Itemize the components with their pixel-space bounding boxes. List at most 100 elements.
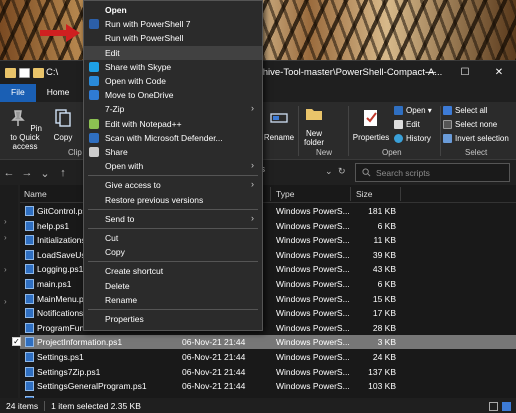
properties-check-icon: [364, 110, 377, 126]
close-button[interactable]: ✕: [482, 61, 516, 84]
rename-button[interactable]: Rename: [263, 108, 295, 142]
file-type: Windows PowerS...: [276, 249, 350, 260]
properties-icon[interactable]: [19, 67, 30, 78]
menu-item-run-with-powershell-7[interactable]: Run with PowerShell 7: [84, 17, 262, 31]
up-icon[interactable]: ↑: [54, 167, 72, 179]
menu-item-run-with-powershell[interactable]: Run with PowerShell: [84, 31, 262, 45]
submenu-chevron-icon: ›: [251, 160, 254, 171]
new-folder-button[interactable]: New folder: [300, 104, 328, 147]
menu-item-label: Run with PowerShell: [105, 33, 184, 44]
back-icon[interactable]: ←: [0, 167, 18, 179]
menu-item-restore-previous-versions[interactable]: Restore previous versions: [84, 193, 262, 207]
folder-icon[interactable]: [5, 67, 16, 78]
new-folder-icon[interactable]: [33, 67, 44, 78]
menu-item-label: Move to OneDrive: [105, 90, 174, 101]
menu-item-properties[interactable]: Properties: [84, 312, 262, 326]
new-group-label: New: [316, 148, 333, 157]
file-date: 06-Nov-21 21:44: [182, 352, 246, 362]
select-none-icon: [443, 120, 452, 129]
table-row[interactable]: Settings.ps1 06-Nov-21 21:44 Windows Power…: [20, 350, 516, 364]
menu-item-open-with[interactable]: Open with ›: [84, 159, 262, 173]
file-size: 103 KB: [368, 381, 396, 392]
menu-item-open-with-code[interactable]: Open with Code: [84, 74, 262, 88]
row-checkbox[interactable]: ✓: [12, 337, 21, 347]
column-header-type[interactable]: Type: [276, 189, 294, 199]
edit-ribbon-button[interactable]: Edit: [394, 120, 420, 129]
open-group-label: Open: [382, 148, 402, 157]
open-dropdown-button[interactable]: Open ▾: [394, 106, 432, 115]
file-type: Windows PowerS...: [276, 264, 350, 275]
menu-item-open[interactable]: Open: [84, 3, 262, 17]
recent-chevron-icon[interactable]: ⌄: [36, 167, 54, 180]
expand-chevron-icon[interactable]: ›: [4, 297, 7, 306]
menu-item-move-to-onedrive[interactable]: Move to OneDrive: [84, 88, 262, 102]
menu-item-label: Give access to: [105, 180, 161, 191]
menu-item-7-zip[interactable]: 7-Zip ›: [84, 102, 262, 116]
file-name: main.ps1: [37, 279, 72, 289]
address-expand-icon[interactable]: ⌄: [325, 166, 333, 177]
menu-item-edit[interactable]: Edit: [84, 45, 262, 60]
select-none-button[interactable]: Select none: [443, 120, 497, 129]
history-button[interactable]: History: [394, 134, 431, 143]
menu-item-label: Properties: [105, 314, 144, 324]
menu-item-scan-with-microsoft-defender[interactable]: Scan with Microsoft Defender...: [84, 131, 262, 145]
select-none-label: Select none: [455, 120, 498, 129]
large-icons-view-icon[interactable]: [502, 401, 511, 411]
forward-icon[interactable]: →: [18, 167, 36, 179]
details-view-icon[interactable]: [489, 401, 498, 411]
open-label: Open ▾: [406, 106, 432, 115]
menu-item-share[interactable]: Share: [84, 145, 262, 159]
menu-item-label: Send to: [105, 213, 135, 224]
menu-item-edit-with-notepad[interactable]: Edit with Notepad++: [84, 117, 262, 131]
select-all-button[interactable]: Select all: [443, 106, 487, 115]
menu-item-label: Share: [105, 147, 128, 157]
file-size: 6 KB: [377, 220, 396, 231]
menu-item-share-with-skype[interactable]: Share with Skype: [84, 60, 262, 74]
menu-item-copy[interactable]: Copy: [84, 245, 262, 259]
column-divider[interactable]: [400, 187, 401, 201]
history-label: History: [406, 134, 431, 143]
search-input[interactable]: Search scripts: [355, 163, 510, 182]
menu-separator: [88, 228, 258, 229]
menu-item-rename[interactable]: Rename: [84, 293, 262, 307]
file-size: 11 KB: [373, 235, 396, 246]
expand-chevron-icon[interactable]: ›: [4, 265, 7, 274]
menu-item-give-access-to[interactable]: Give access to ›: [84, 178, 262, 192]
menu-item-create-shortcut[interactable]: Create shortcut: [84, 264, 262, 278]
file-type: Windows PowerS...: [276, 220, 350, 231]
minimize-button[interactable]: —: [414, 61, 448, 84]
item-count: 24 items: [6, 401, 39, 411]
column-divider[interactable]: [350, 187, 351, 201]
history-icon: [394, 134, 403, 143]
table-row[interactable]: SettingsGeneralProgram.ps1 06-Nov-21 21:4…: [20, 379, 516, 393]
file-size: 181 KB: [368, 206, 396, 216]
file-name: ProjectInformation.ps1: [37, 337, 123, 348]
file-name: Settings7Zip.ps1: [37, 366, 101, 377]
column-header-name[interactable]: Name: [24, 189, 47, 199]
file-type: Windows PowerS...: [276, 206, 350, 216]
expand-chevron-icon[interactable]: ›: [4, 233, 7, 242]
search-icon: [362, 168, 371, 177]
powershell-file-icon: [25, 220, 34, 231]
maximize-button[interactable]: ☐: [448, 61, 482, 84]
table-row[interactable]: ✓ ProjectInformation.ps1 06-Nov-21 21:44 Wi…: [12, 335, 516, 350]
menu-item-label: Copy: [105, 247, 125, 258]
pin-quick-access-button[interactable]: Pin to Quick access: [4, 108, 46, 151]
properties-button[interactable]: Properties: [352, 108, 390, 142]
submenu-chevron-icon: ›: [251, 212, 254, 223]
menu-item-delete[interactable]: Delete: [84, 279, 262, 293]
menu-item-cut[interactable]: Cut: [84, 231, 262, 245]
tab-home[interactable]: Home: [36, 84, 81, 102]
invert-selection-button[interactable]: Invert selection: [443, 134, 509, 143]
refresh-icon[interactable]: ↻: [338, 166, 346, 177]
menu-item-label: Edit with Notepad++: [105, 118, 182, 129]
file-date: 06-Nov-21 21:44: [182, 337, 246, 348]
column-divider[interactable]: [270, 187, 271, 201]
table-row[interactable]: Settings7Zip.ps1 06-Nov-21 21:44 Windows P…: [20, 365, 516, 379]
powershell-file-icon: [25, 308, 34, 319]
tab-file[interactable]: File: [0, 84, 36, 102]
menu-item-send-to[interactable]: Send to ›: [84, 212, 262, 226]
column-header-size[interactable]: Size: [356, 189, 373, 199]
copy-button[interactable]: Copy: [50, 108, 76, 142]
expand-chevron-icon[interactable]: ›: [4, 217, 7, 226]
